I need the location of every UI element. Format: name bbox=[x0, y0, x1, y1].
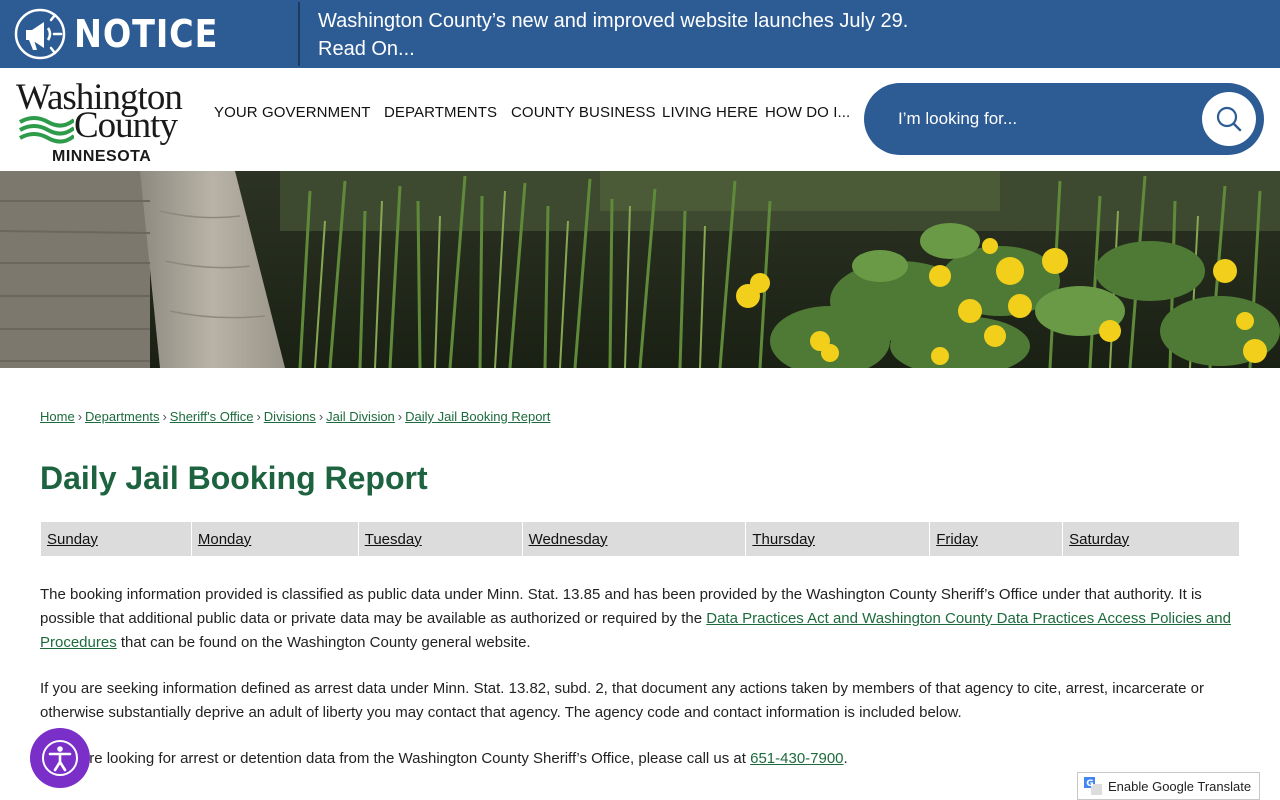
p1-text-2: that can be found on the Washington Coun… bbox=[116, 634, 531, 651]
phone-link[interactable]: 651-430-7900 bbox=[750, 750, 843, 767]
breadcrumb-separator: › bbox=[397, 409, 403, 424]
days-of-week-table: Sunday Monday Tuesday Wednesday Thursday… bbox=[40, 521, 1240, 557]
days-row: Sunday Monday Tuesday Wednesday Thursday… bbox=[40, 521, 1240, 557]
notice-divider bbox=[298, 2, 300, 66]
breadcrumb-home[interactable]: Home bbox=[40, 409, 75, 424]
notice-bar: NOTICE Washington County’s new and impro… bbox=[0, 0, 1280, 68]
search-button[interactable] bbox=[1202, 92, 1256, 146]
paragraph-contact: If you are looking for arrest or detenti… bbox=[40, 747, 1245, 771]
notice-message[interactable]: Washington County’s new and improved web… bbox=[318, 7, 908, 63]
google-translate-button[interactable]: G Enable Google Translate bbox=[1077, 772, 1260, 800]
google-translate-icon: G bbox=[1084, 777, 1102, 795]
day-cell: Sunday bbox=[40, 521, 192, 557]
megaphone-icon bbox=[14, 8, 66, 60]
breadcrumb-divisions[interactable]: Divisions bbox=[264, 409, 316, 424]
notice-link-line1[interactable]: Washington County’s new and improved web… bbox=[318, 7, 908, 35]
breadcrumb-departments[interactable]: Departments bbox=[85, 409, 159, 424]
day-link-sunday[interactable]: Sunday bbox=[47, 531, 98, 548]
day-cell: Saturday bbox=[1062, 521, 1240, 557]
nav-county-business[interactable]: COUNTY BUSINESS bbox=[511, 104, 656, 121]
breadcrumb-separator: › bbox=[162, 409, 167, 424]
search-input[interactable] bbox=[898, 101, 1198, 137]
breadcrumb-sheriffs-office[interactable]: Sheriff's Office bbox=[170, 409, 254, 424]
breadcrumb: Home › Departments › Sheriff's Office › Divisi… bbox=[40, 409, 550, 424]
nav-your-government[interactable]: YOUR GOVERNMENT bbox=[214, 104, 371, 121]
day-link-tuesday[interactable]: Tuesday bbox=[365, 531, 422, 548]
notice-label: NOTICE bbox=[74, 12, 219, 56]
day-cell: Monday bbox=[190, 521, 359, 557]
logo-word-county: County bbox=[74, 105, 178, 146]
county-logo[interactable]: Washington County MINNESOTA bbox=[14, 74, 194, 165]
day-cell: Wednesday bbox=[521, 521, 747, 557]
breadcrumb-separator: › bbox=[77, 409, 83, 424]
search-bar bbox=[864, 83, 1264, 155]
translate-label: Enable Google Translate bbox=[1108, 778, 1252, 794]
logo-waves-icon bbox=[19, 116, 74, 144]
day-link-wednesday[interactable]: Wednesday bbox=[529, 531, 608, 548]
day-link-thursday[interactable]: Thursday bbox=[752, 531, 815, 548]
svg-text:G: G bbox=[1086, 779, 1093, 789]
day-cell: Thursday bbox=[745, 521, 931, 557]
day-cell: Tuesday bbox=[357, 521, 523, 557]
search-icon bbox=[1216, 106, 1242, 132]
p3-text-2: . bbox=[843, 750, 848, 767]
breadcrumb-daily-jail-booking-report[interactable]: Daily Jail Booking Report bbox=[405, 409, 550, 424]
p3-text-1: If you are looking for arrest or detenti… bbox=[40, 750, 751, 767]
banner-scene bbox=[0, 171, 1280, 368]
day-cell: Friday bbox=[929, 521, 1064, 557]
page-title: Daily Jail Booking Report bbox=[40, 460, 428, 496]
notice-read-on-link[interactable]: Read On... bbox=[318, 35, 908, 63]
breadcrumb-separator: › bbox=[318, 409, 324, 424]
accessibility-icon bbox=[42, 740, 78, 776]
paragraph-arrest-data: If you are seeking information defined a… bbox=[40, 680, 1204, 721]
notice-brand: NOTICE bbox=[0, 0, 298, 68]
day-link-saturday[interactable]: Saturday bbox=[1069, 531, 1129, 548]
site-header: Washington County MINNESOTA YOUR GOVERNM… bbox=[0, 68, 1280, 171]
day-link-friday[interactable]: Friday bbox=[936, 531, 978, 548]
accessibility-button[interactable] bbox=[30, 728, 90, 788]
nav-how-do-i[interactable]: HOW DO I... bbox=[765, 104, 850, 121]
breadcrumb-jail-division[interactable]: Jail Division bbox=[326, 409, 395, 424]
breadcrumb-separator: › bbox=[256, 409, 261, 424]
logo-state: MINNESOTA bbox=[52, 148, 152, 165]
nav-departments[interactable]: DEPARTMENTS bbox=[384, 104, 497, 121]
paragraph-public-data: The booking information provided is clas… bbox=[40, 583, 1245, 655]
day-link-monday[interactable]: Monday bbox=[198, 531, 251, 548]
banner-image bbox=[0, 171, 1280, 368]
nav-living-here[interactable]: LIVING HERE bbox=[662, 104, 758, 121]
